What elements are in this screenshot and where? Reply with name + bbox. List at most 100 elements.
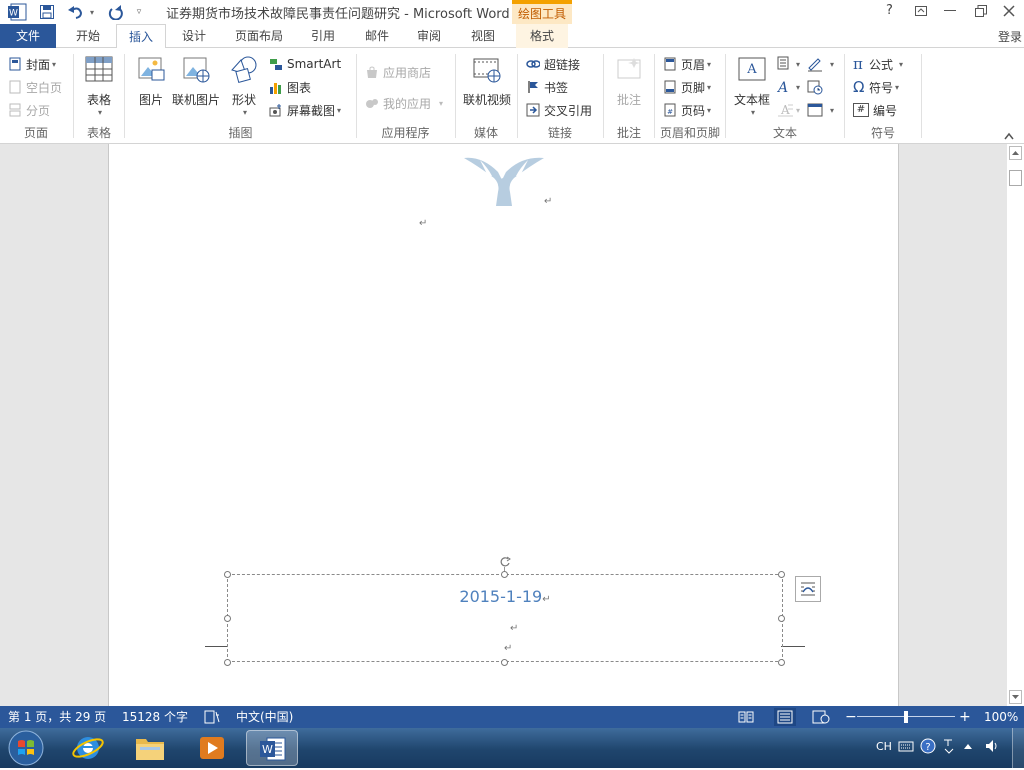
resize-handle-nw[interactable] <box>224 571 231 578</box>
zoom-out-button[interactable]: − <box>845 706 857 728</box>
close-icon[interactable] <box>1002 4 1016 18</box>
tab-design[interactable]: 设计 <box>170 24 218 48</box>
page-break-button[interactable]: 分页 <box>8 100 50 120</box>
textbox-date[interactable]: 2015-1-19↵ <box>228 587 782 606</box>
text-box-button[interactable]: A 文本框 ▾ <box>730 54 774 117</box>
comment-button[interactable]: 批注 <box>610 54 648 108</box>
tab-insert[interactable]: 插入 <box>116 24 166 49</box>
resize-handle-se[interactable] <box>778 659 785 666</box>
hyperlink-button[interactable]: 超链接 <box>526 54 580 74</box>
scroll-up-icon[interactable] <box>1009 146 1022 160</box>
paragraph-mark: ↵ <box>510 623 519 634</box>
scroll-thumb[interactable] <box>1009 170 1022 186</box>
equation-button[interactable]: π 公式 ▾ <box>853 54 903 74</box>
group-links: 超链接 书签 交叉引用 链接 <box>518 48 602 144</box>
symbol-label: 符号 <box>869 80 894 95</box>
tab-review[interactable]: 审阅 <box>406 24 452 48</box>
resize-handle-ne[interactable] <box>778 571 785 578</box>
document-page[interactable]: ↵ ↵ 2015-1-19↵ ↵ ↵ <box>108 144 899 706</box>
drop-cap-icon[interactable]: A ▾ <box>776 102 800 118</box>
page-number-button[interactable]: # 页码 ▾ <box>663 100 711 120</box>
language-indicator[interactable]: 中文(中国) <box>236 706 293 728</box>
file-explorer-icon[interactable] <box>124 730 176 766</box>
cover-page-button[interactable]: 封面 ▾ <box>8 54 56 74</box>
bookmark-label: 书签 <box>544 80 569 95</box>
bookmark-button[interactable]: 书签 <box>526 77 568 97</box>
tab-format[interactable]: 格式 <box>516 24 568 48</box>
ime-settings-icon[interactable] <box>942 737 956 755</box>
signature-line-icon[interactable]: ▾ <box>806 56 836 72</box>
rotate-handle-icon[interactable] <box>499 556 511 568</box>
cross-reference-button[interactable]: 交叉引用 <box>526 100 592 120</box>
header-button[interactable]: 页眉 ▾ <box>663 54 711 74</box>
tab-view[interactable]: 视图 <box>460 24 506 48</box>
symbol-button[interactable]: Ω 符号 ▾ <box>853 77 899 97</box>
resize-handle-n[interactable] <box>501 571 508 578</box>
number-button[interactable]: # 编号 <box>853 100 897 120</box>
zoom-slider-thumb[interactable] <box>904 711 908 723</box>
collapse-ribbon-icon[interactable] <box>1003 130 1015 140</box>
help-icon[interactable]: ? <box>886 3 893 18</box>
text-box[interactable]: 2015-1-19↵ ↵ ↵ <box>227 574 783 662</box>
date-time-icon[interactable] <box>806 79 836 95</box>
save-icon[interactable] <box>38 3 56 21</box>
tab-page-layout[interactable]: 页面布局 <box>226 24 292 48</box>
picture-button[interactable]: 图片 <box>133 54 169 108</box>
show-hidden-icons-icon[interactable] <box>962 740 974 752</box>
sign-in-link[interactable]: 登录 <box>998 28 1022 45</box>
layout-options-icon[interactable] <box>795 576 821 602</box>
tab-home[interactable]: 开始 <box>62 24 114 48</box>
resize-handle-w[interactable] <box>224 615 231 622</box>
screenshot-button[interactable]: 屏幕截图 ▾ <box>269 100 341 120</box>
word-app-icon[interactable]: W <box>6 3 28 21</box>
resize-handle-e[interactable] <box>778 615 785 622</box>
group-links-label: 链接 <box>547 126 572 140</box>
tab-file[interactable]: 文件 <box>0 24 56 48</box>
smartart-button[interactable]: SmartArt <box>269 54 341 74</box>
internet-explorer-icon[interactable] <box>62 730 114 766</box>
input-language[interactable]: CH <box>876 740 892 753</box>
tab-mailings[interactable]: 邮件 <box>354 24 400 48</box>
office-store-button[interactable]: 应用商店 <box>365 62 431 82</box>
web-layout-icon[interactable] <box>812 710 830 724</box>
blank-page-button[interactable]: 空白页 <box>8 77 62 97</box>
tab-references[interactable]: 引用 <box>300 24 346 48</box>
ribbon-display-options-icon[interactable] <box>914 4 928 18</box>
footer-button[interactable]: 页脚 ▾ <box>663 77 711 97</box>
svg-text:▾: ▾ <box>830 106 834 115</box>
start-orb-icon[interactable] <box>6 729 46 767</box>
table-button[interactable]: 表格 ▾ <box>80 54 118 117</box>
omega-icon: Ω <box>853 78 865 96</box>
word-taskbar-icon[interactable]: W <box>246 730 298 766</box>
proofing-icon[interactable] <box>204 710 220 724</box>
zoom-in-button[interactable]: + <box>959 706 971 728</box>
quick-parts-icon[interactable]: ▾ <box>776 56 800 72</box>
restore-icon[interactable] <box>974 4 988 18</box>
redo-icon[interactable] <box>106 3 124 21</box>
word-count[interactable]: 15128 个字 <box>122 706 188 728</box>
undo-icon[interactable] <box>66 3 84 21</box>
shapes-button[interactable]: 形状 ▾ <box>225 54 263 117</box>
page-count[interactable]: 第 1 页，共 29 页 <box>8 706 106 728</box>
show-desktop-button[interactable] <box>1012 728 1024 768</box>
read-mode-icon[interactable] <box>738 710 754 724</box>
resize-handle-sw[interactable] <box>224 659 231 666</box>
media-player-icon[interactable] <box>186 730 238 766</box>
online-video-button[interactable]: 联机视频 <box>460 54 514 108</box>
online-picture-button[interactable]: 联机图片 <box>171 54 221 108</box>
scroll-down-icon[interactable] <box>1009 690 1022 704</box>
wordart-icon[interactable]: A ▾ <box>776 79 800 96</box>
chart-button[interactable]: 图表 <box>269 77 311 97</box>
print-layout-icon[interactable] <box>774 708 796 726</box>
object-icon[interactable]: ▾ <box>806 102 836 118</box>
my-apps-button[interactable]: 我的应用 ▾ <box>365 93 443 113</box>
keyboard-icon[interactable] <box>898 739 914 753</box>
undo-dropdown-icon[interactable]: ▾ <box>86 3 96 21</box>
zoom-level[interactable]: 100% <box>984 706 1018 728</box>
customize-icon[interactable]: ▿ <box>132 3 146 21</box>
resize-handle-s[interactable] <box>501 659 508 666</box>
minimize-icon[interactable] <box>944 10 956 11</box>
volume-icon[interactable] <box>984 738 1002 754</box>
vertical-scrollbar[interactable] <box>1007 144 1024 706</box>
help-tray-icon[interactable]: ? <box>920 738 936 754</box>
